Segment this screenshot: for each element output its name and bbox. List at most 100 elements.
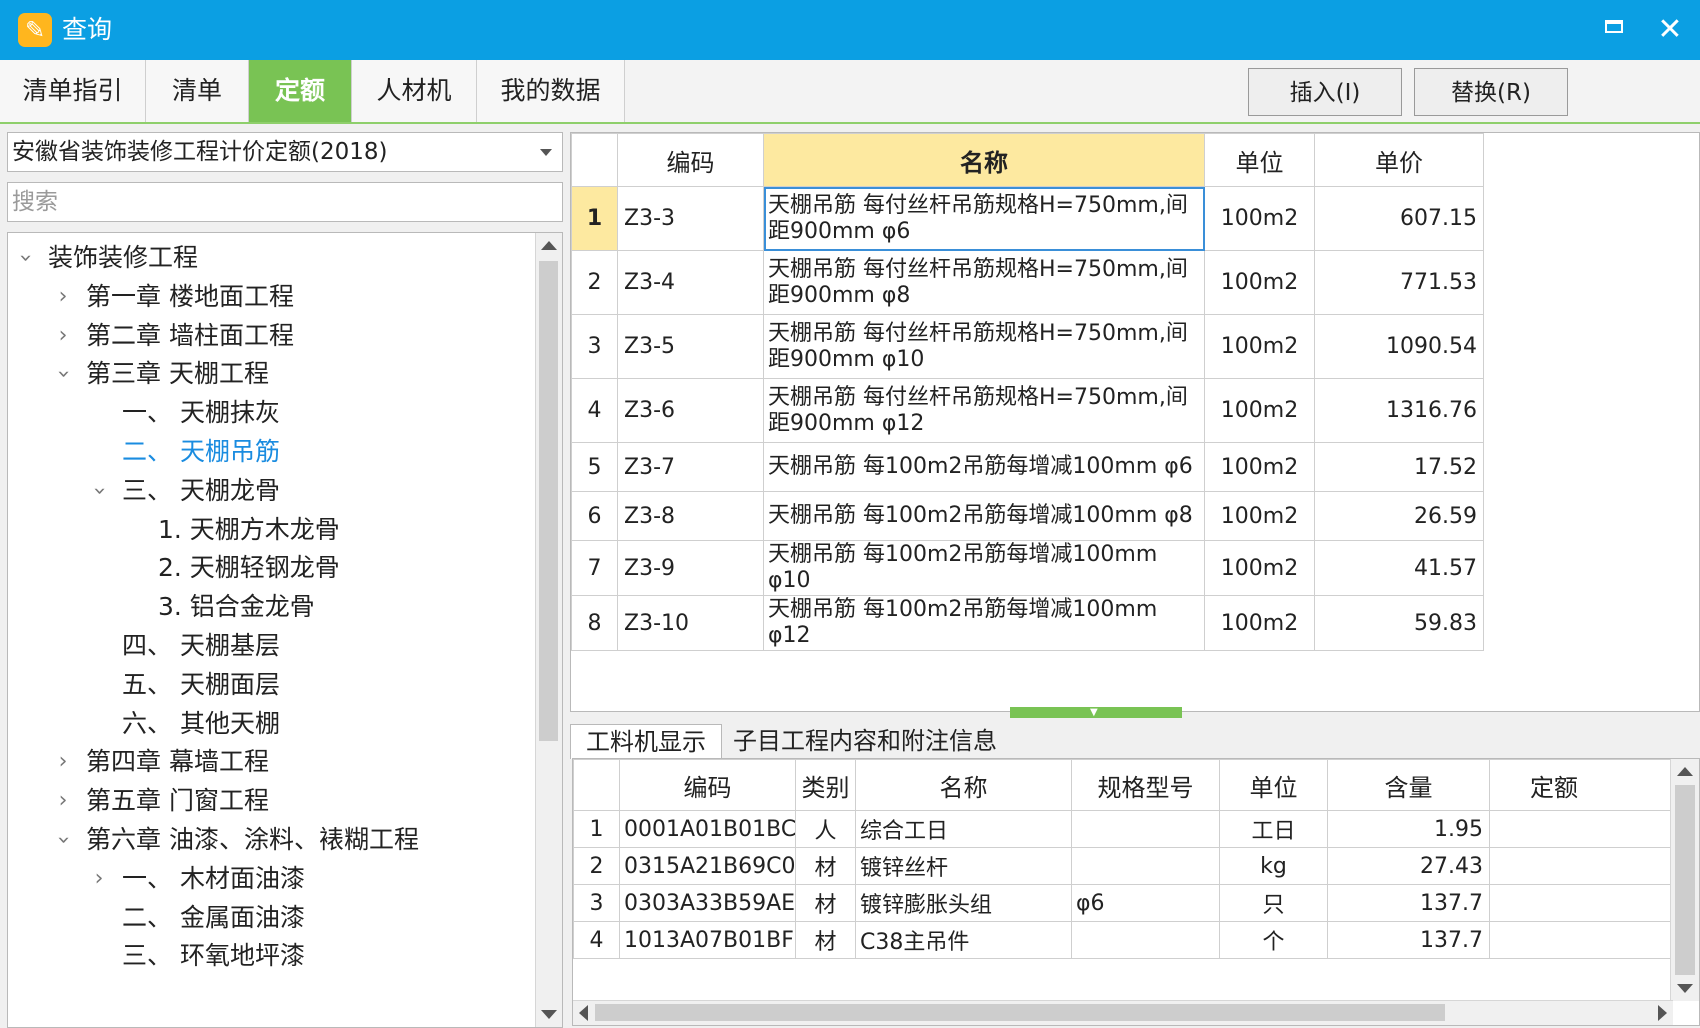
scroll-thumb[interactable] [539, 261, 558, 741]
tree-item[interactable]: 2. 天棚轻钢龙骨 [8, 547, 534, 589]
row-unit[interactable]: 100m2 [1204, 250, 1315, 315]
tree-item[interactable]: 六、 其他天棚 [8, 703, 534, 745]
material-qty-cell[interactable]: 27.43 [1327, 847, 1490, 885]
row-price[interactable]: 607.15 [1314, 186, 1484, 251]
row-name[interactable]: 天棚吊筋 每付丝杆吊筋规格H=750mm,间距900mm φ8 [763, 250, 1205, 315]
row-code[interactable]: Z3-5 [617, 314, 764, 379]
row-unit[interactable]: 100m2 [1204, 540, 1315, 596]
tree-item[interactable]: › 第二章 墙柱面工程 [8, 315, 534, 357]
row-code[interactable]: Z3-10 [617, 595, 764, 651]
table-row[interactable]: 3 Z3-5 天棚吊筋 每付丝杆吊筋规格H=750mm,间距900mm φ10 100… [571, 314, 1484, 379]
scroll-down-icon[interactable] [1677, 984, 1693, 993]
material-code-cell[interactable]: 1013A07B01BF [619, 921, 796, 959]
row-price[interactable]: 771.53 [1314, 250, 1484, 315]
chevron-down-icon[interactable]: › [78, 480, 120, 502]
row-code[interactable]: Z3-7 [617, 442, 764, 492]
row-price[interactable]: 1090.54 [1314, 314, 1484, 379]
material-idx-cell[interactable]: 3 [573, 884, 620, 922]
tree-item[interactable]: 3. 铝合金龙骨 [8, 586, 534, 628]
tab-my-data[interactable]: 我的数据 [477, 60, 625, 122]
row-unit[interactable]: 100m2 [1204, 442, 1315, 492]
m-header-type[interactable]: 类别 [795, 759, 856, 811]
header-code[interactable]: 编码 [617, 133, 764, 187]
m-header-code[interactable]: 编码 [619, 759, 796, 811]
row-index[interactable]: 1 [571, 186, 618, 251]
header-unit[interactable]: 单位 [1204, 133, 1315, 187]
material-quota-cell[interactable] [1489, 847, 1674, 885]
close-button[interactable]: ✕ [1648, 12, 1692, 48]
row-name[interactable]: 天棚吊筋 每100m2吊筋每增减100mm φ10 [763, 540, 1205, 596]
maximize-button[interactable] [1592, 12, 1636, 48]
row-index[interactable]: 4 [571, 378, 618, 443]
row-code[interactable]: Z3-3 [617, 186, 764, 251]
table-row[interactable]: 1 0001A01B01BC 人综合工日 工日 1.95 [573, 810, 1674, 848]
material-quota-cell[interactable] [1489, 921, 1674, 959]
scroll-left-icon[interactable] [579, 1005, 588, 1021]
scroll-up-icon[interactable] [541, 241, 557, 250]
table-row[interactable]: 5 Z3-7 天棚吊筋 每100m2吊筋每增减100mm φ6 100m2 17.52 [571, 442, 1484, 492]
scroll-thumb[interactable] [1675, 785, 1695, 975]
material-spec-cell[interactable] [1071, 810, 1220, 848]
row-code[interactable]: Z3-8 [617, 491, 764, 541]
header-name[interactable]: 名称 [763, 133, 1205, 187]
row-unit[interactable]: 100m2 [1204, 491, 1315, 541]
row-unit[interactable]: 100m2 [1204, 314, 1315, 379]
material-unit-cell[interactable]: 个 [1219, 921, 1328, 959]
tree-item[interactable]: 1. 天棚方木龙骨 [8, 509, 534, 551]
chevron-down-icon[interactable]: › [42, 829, 84, 851]
scroll-down-icon[interactable] [541, 1010, 557, 1019]
row-name[interactable]: 天棚吊筋 每100m2吊筋每增减100mm φ12 [763, 595, 1205, 651]
row-price[interactable]: 1316.76 [1314, 378, 1484, 443]
table-row[interactable]: 1 Z3-3 天棚吊筋 每付丝杆吊筋规格H=750mm,间距900mm φ6 100m… [571, 186, 1484, 251]
tree-item[interactable]: › 一、 木材面油漆 [8, 858, 534, 900]
tree-item[interactable]: › 三、 天棚龙骨 [8, 470, 534, 512]
material-qty-cell[interactable]: 137.7 [1327, 884, 1490, 922]
material-code-cell[interactable]: 0001A01B01BC [619, 810, 796, 848]
material-type-cell[interactable]: 人 [795, 810, 856, 848]
material-spec-cell[interactable]: φ6 [1071, 884, 1220, 922]
material-code-cell[interactable]: 0315A21B69C01CB [619, 847, 796, 885]
table-row[interactable]: 4 1013A07B01BF 材 C38主吊件 个 137.7 [573, 921, 1674, 959]
scroll-up-icon[interactable] [1677, 767, 1693, 776]
tab-labor-material-machine[interactable]: 人材机 [352, 60, 477, 122]
row-index[interactable]: 6 [571, 491, 618, 541]
tree-item[interactable]: 二、 天棚吊筋 [8, 431, 534, 473]
tree-item[interactable]: 三、 环氧地坪漆 [8, 935, 534, 977]
tree-item[interactable]: › 装饰装修工程 [8, 237, 534, 279]
material-spec-cell[interactable] [1071, 847, 1220, 885]
material-unit-cell[interactable]: 只 [1219, 884, 1328, 922]
chevron-down-icon[interactable]: › [42, 363, 84, 385]
material-type-cell[interactable]: 材 [795, 884, 856, 922]
m-header-quota[interactable]: 定额 [1489, 759, 1674, 811]
table-row[interactable]: 2 Z3-4 天棚吊筋 每付丝杆吊筋规格H=750mm,间距900mm φ8 100m… [571, 250, 1484, 315]
library-select[interactable]: 安徽省装饰装修工程计价定额(2018) [7, 132, 563, 172]
tree-item[interactable]: 四、 天棚基层 [8, 625, 534, 667]
table-row[interactable]: 4 Z3-6 天棚吊筋 每付丝杆吊筋规格H=750mm,间距900mm φ12 100… [571, 378, 1484, 443]
row-unit[interactable]: 100m2 [1204, 378, 1315, 443]
header-price[interactable]: 单价 [1314, 133, 1484, 187]
tree-item[interactable]: › 第一章 楼地面工程 [8, 276, 534, 318]
row-name[interactable]: 天棚吊筋 每100m2吊筋每增减100mm φ8 [763, 491, 1205, 541]
row-code[interactable]: Z3-4 [617, 250, 764, 315]
tree-item[interactable]: 一、 天棚抹灰 [8, 392, 534, 434]
tree-item[interactable]: › 第三章 天棚工程 [8, 353, 534, 395]
chevron-right-icon[interactable]: › [52, 276, 74, 318]
material-name-cell[interactable]: 综合工日 [855, 810, 1072, 848]
materials-hscrollbar[interactable] [573, 1000, 1673, 1025]
panel-splitter[interactable]: ▼ [1010, 707, 1182, 718]
tree-item[interactable]: › 第四章 幕墙工程 [8, 741, 534, 783]
chevron-right-icon[interactable]: › [52, 780, 74, 822]
material-quota-cell[interactable] [1489, 884, 1674, 922]
insert-button[interactable]: 插入(I) [1248, 68, 1402, 116]
row-index[interactable]: 7 [571, 540, 618, 596]
tab-list-guide[interactable]: 清单指引 [0, 60, 146, 122]
chevron-right-icon[interactable]: › [52, 315, 74, 357]
material-name-cell[interactable]: 镀锌膨胀头组 [855, 884, 1072, 922]
material-idx-cell[interactable]: 4 [573, 921, 620, 959]
row-unit[interactable]: 100m2 [1204, 186, 1315, 251]
row-index[interactable]: 3 [571, 314, 618, 379]
row-price[interactable]: 17.52 [1314, 442, 1484, 492]
row-index[interactable]: 8 [571, 595, 618, 651]
material-type-cell[interactable]: 材 [795, 921, 856, 959]
tree-item[interactable]: 二、 金属面油漆 [8, 897, 534, 939]
